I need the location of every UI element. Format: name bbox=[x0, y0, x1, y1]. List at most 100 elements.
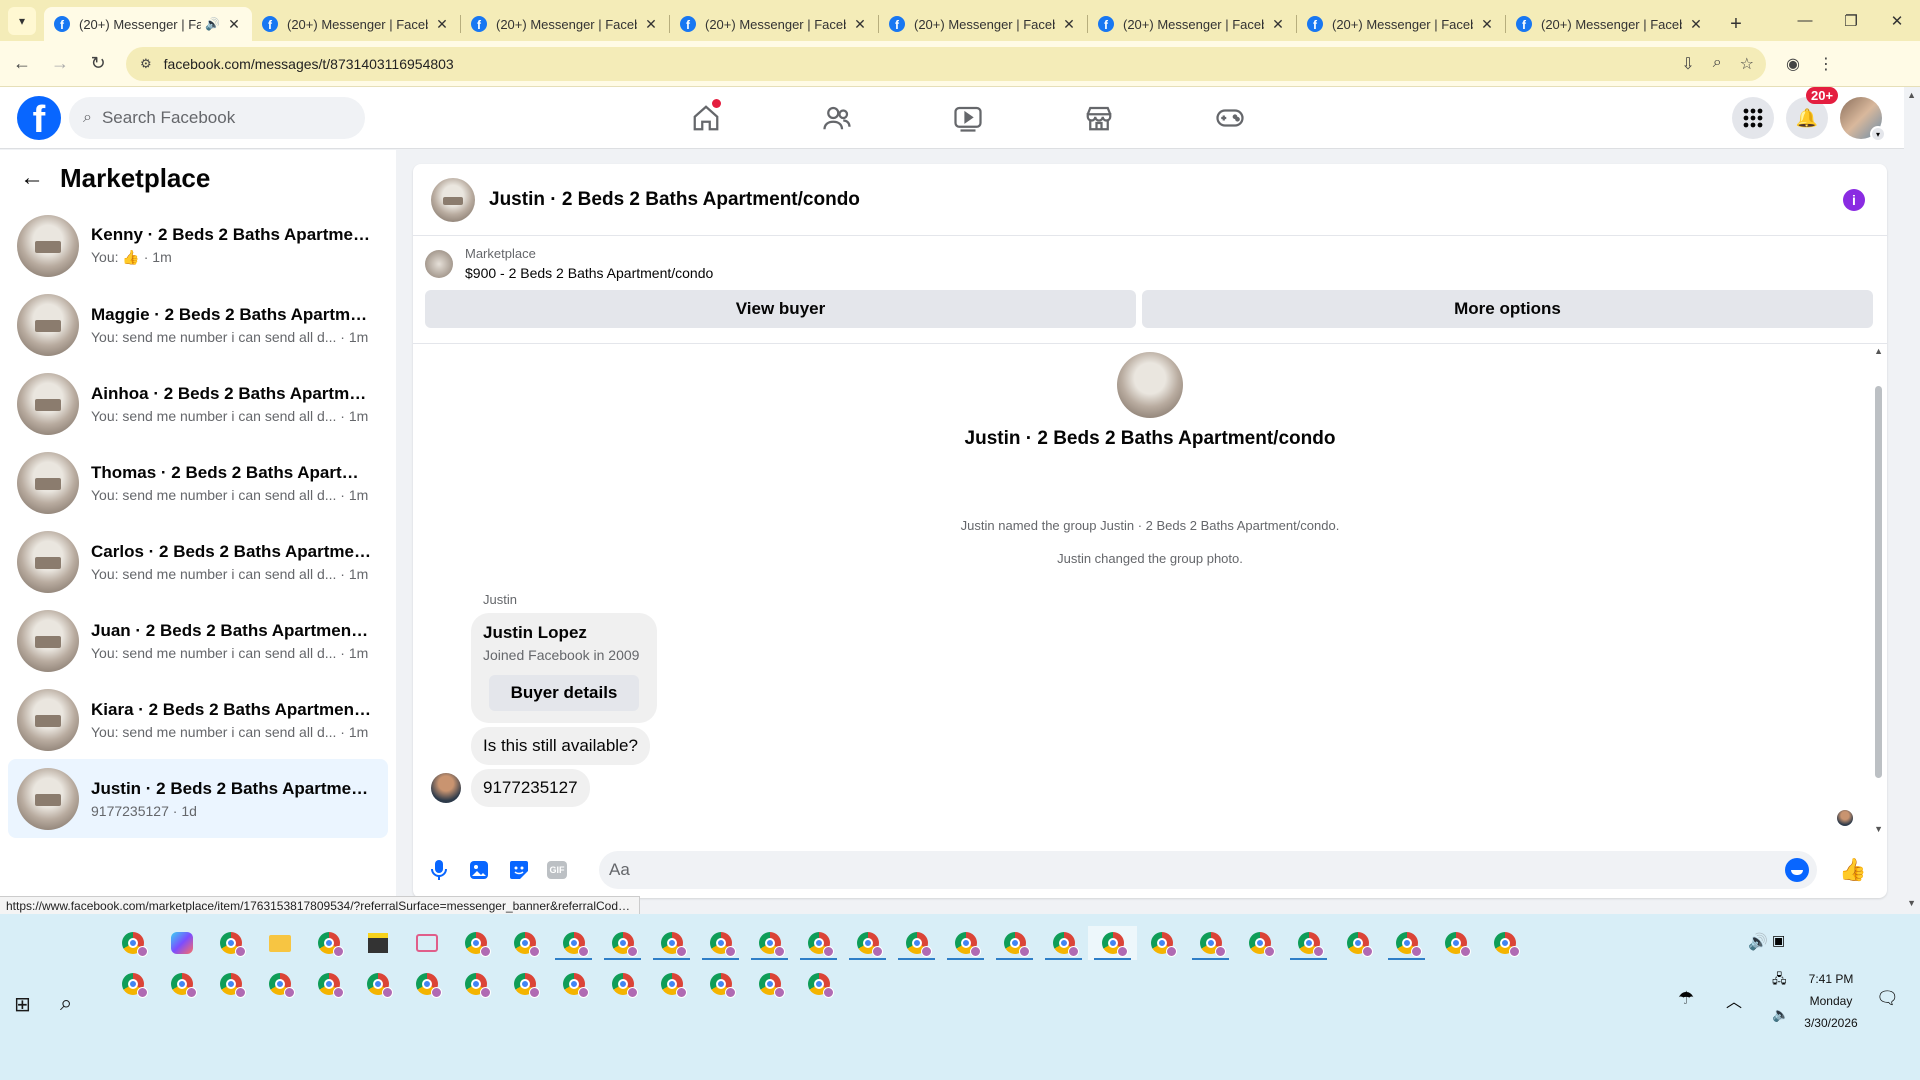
chrome-taskbar-icon[interactable] bbox=[598, 967, 647, 1001]
chrome-taskbar-icon[interactable] bbox=[794, 926, 843, 960]
chrome-taskbar-icon[interactable] bbox=[1039, 926, 1088, 960]
chrome-taskbar-icon[interactable] bbox=[206, 967, 255, 1001]
notifications-button[interactable]: 🔔 20+ bbox=[1786, 87, 1839, 139]
scroll-down-arrow[interactable]: ▼ bbox=[1874, 824, 1883, 834]
thread-scrollbar[interactable]: ▲ ▼ bbox=[1873, 344, 1883, 834]
emoji-icon[interactable] bbox=[1785, 858, 1809, 882]
microphone-icon[interactable] bbox=[427, 858, 451, 882]
chrome-taskbar-icon[interactable] bbox=[1186, 926, 1235, 960]
scrollbar-thumb[interactable] bbox=[1875, 386, 1882, 778]
chrome-taskbar-icon[interactable] bbox=[108, 967, 157, 1001]
browser-tab[interactable]: f (20+) Messenger | Facebook ✕ bbox=[1506, 7, 1714, 41]
chrome-taskbar-icon[interactable] bbox=[206, 926, 255, 960]
network-icon[interactable]: 🖧 bbox=[1772, 970, 1787, 992]
nav-video[interactable] bbox=[902, 87, 1033, 149]
nav-home[interactable] bbox=[640, 87, 771, 149]
tray-expand-icon[interactable]: ︿ bbox=[1726, 988, 1742, 1012]
speaker-icon[interactable]: 🔈 bbox=[1772, 1006, 1789, 1023]
device-icon[interactable]: ▣ bbox=[1772, 932, 1785, 949]
chrome-taskbar-icon[interactable] bbox=[1333, 926, 1382, 960]
chrome-taskbar-icon[interactable] bbox=[451, 926, 500, 960]
chrome-taskbar-icon[interactable] bbox=[1382, 926, 1431, 960]
minimize-button[interactable]: — bbox=[1782, 12, 1828, 29]
buyer-details-button[interactable]: Buyer details bbox=[489, 675, 639, 711]
chrome-taskbar-icon[interactable] bbox=[549, 926, 598, 960]
nav-marketplace[interactable] bbox=[1033, 87, 1164, 149]
facebook-search[interactable]: ⌕ bbox=[69, 96, 365, 139]
chrome-taskbar-icon[interactable] bbox=[500, 967, 549, 1001]
sender-avatar[interactable] bbox=[431, 773, 461, 803]
chat-title[interactable]: Justin · 2 Beds 2 Baths Apartment/condo bbox=[489, 189, 860, 211]
chrome-taskbar-icon[interactable] bbox=[1431, 926, 1480, 960]
conversation-item[interactable]: Kenny · 2 Beds 2 Baths Apartment/condo Yo… bbox=[8, 206, 388, 285]
chrome-taskbar-icon[interactable] bbox=[745, 967, 794, 1001]
conversation-item[interactable]: Ainhoa · 2 Beds 2 Baths Apartment/condo Y… bbox=[8, 364, 388, 443]
page-scroll-down-arrow[interactable]: ▼ bbox=[1907, 898, 1916, 908]
action-center-icon[interactable]: 🗨 bbox=[1876, 988, 1899, 1009]
conversation-item[interactable]: Juan · 2 Beds 2 Baths Apartment/condo You… bbox=[8, 601, 388, 680]
message-input[interactable] bbox=[609, 860, 1785, 880]
install-app-icon[interactable]: ⇩ bbox=[1681, 54, 1694, 74]
chrome-taskbar-icon[interactable] bbox=[696, 967, 745, 1001]
browser-tab[interactable]: f (20+) Messenger | Facebook ✕ bbox=[1088, 7, 1296, 41]
forward-button[interactable]: → bbox=[44, 48, 76, 80]
chrome-taskbar-icon[interactable] bbox=[696, 926, 745, 960]
chrome-taskbar-icon[interactable] bbox=[108, 926, 157, 960]
file-explorer-taskbar-icon[interactable] bbox=[255, 926, 304, 960]
bookmark-star-icon[interactable]: ☆ bbox=[1740, 54, 1754, 74]
sticky-notes-taskbar-icon[interactable] bbox=[353, 926, 402, 960]
audio-playing-icon[interactable]: 🔊 bbox=[205, 17, 220, 31]
browser-tab[interactable]: f (20+) Messenger | Facebook🔊 ✕ bbox=[44, 7, 252, 41]
chrome-taskbar-icon[interactable] bbox=[451, 967, 500, 1001]
snipping-tool-taskbar-icon[interactable] bbox=[402, 926, 451, 960]
browser-tab[interactable]: f (20+) Messenger | Facebook ✕ bbox=[252, 7, 460, 41]
tab-search-button[interactable]: ▾ bbox=[8, 7, 36, 35]
facebook-logo[interactable]: f bbox=[17, 95, 61, 140]
info-icon[interactable]: i bbox=[1843, 188, 1865, 211]
message-bubble[interactable]: 9177235127 bbox=[471, 769, 590, 807]
new-tab-button[interactable]: + bbox=[1722, 10, 1750, 38]
chrome-taskbar-icon[interactable] bbox=[745, 926, 794, 960]
back-button[interactable]: ← bbox=[6, 48, 38, 80]
chat-avatar[interactable] bbox=[431, 177, 475, 222]
zoom-icon[interactable]: ⌕ bbox=[1713, 54, 1722, 74]
chrome-taskbar-icon[interactable] bbox=[647, 967, 696, 1001]
sticker-icon[interactable] bbox=[507, 858, 531, 882]
message-thread[interactable]: ▲ ▼ Justin · 2 Beds 2 Baths Apartment/co… bbox=[413, 344, 1887, 834]
chrome-taskbar-icon[interactable] bbox=[990, 926, 1039, 960]
account-avatar[interactable]: ▾ bbox=[1840, 97, 1886, 142]
system-clock[interactable]: 7:41 PM Monday 3/30/2026 bbox=[1800, 968, 1862, 1034]
chrome-taskbar-icon[interactable] bbox=[892, 926, 941, 960]
chrome-taskbar-icon[interactable] bbox=[647, 926, 696, 960]
chrome-taskbar-icon[interactable] bbox=[255, 967, 304, 1001]
nav-friends[interactable] bbox=[771, 87, 902, 149]
profile-icon[interactable]: ◉ bbox=[1786, 54, 1800, 74]
chrome-taskbar-icon[interactable] bbox=[549, 967, 598, 1001]
chrome-taskbar-icon[interactable] bbox=[843, 926, 892, 960]
chrome-taskbar-icon[interactable] bbox=[794, 967, 843, 1001]
conversation-item[interactable]: Maggie · 2 Beds 2 Baths Apartment/condo Y… bbox=[8, 285, 388, 364]
listing-link[interactable]: Marketplace $900 - 2 Beds 2 Baths Apartm… bbox=[425, 246, 1875, 281]
message-bubble[interactable]: Is this still available? bbox=[471, 727, 650, 765]
windows-start-icon[interactable]: ⊞ bbox=[14, 992, 31, 1017]
conversation-item[interactable]: Thomas · 2 Beds 2 Baths Apartment/condo Y… bbox=[8, 443, 388, 522]
browser-tab[interactable]: f (20+) Messenger | Facebook ✕ bbox=[670, 7, 878, 41]
copilot-taskbar-icon[interactable] bbox=[157, 926, 206, 960]
taskbar-search-icon[interactable]: ⌕ bbox=[60, 990, 72, 1016]
chrome-taskbar-icon[interactable] bbox=[1284, 926, 1333, 960]
url-text[interactable]: facebook.com/messages/t/8731403116954803 bbox=[164, 56, 454, 72]
chrome-taskbar-icon[interactable] bbox=[1235, 926, 1284, 960]
back-arrow-icon[interactable]: ← bbox=[20, 164, 44, 192]
reload-button[interactable]: ↻ bbox=[82, 48, 114, 80]
restore-button[interactable]: ❐ bbox=[1828, 12, 1874, 30]
conversation-item[interactable]: Carlos · 2 Beds 2 Baths Apartment/condo Y… bbox=[8, 522, 388, 601]
photo-icon[interactable] bbox=[467, 858, 491, 882]
browser-menu-icon[interactable]: ⋮ bbox=[1818, 54, 1834, 74]
chrome-taskbar-icon[interactable] bbox=[1088, 926, 1137, 960]
site-info-icon[interactable]: ⚙ bbox=[140, 56, 152, 72]
chrome-taskbar-icon[interactable] bbox=[598, 926, 647, 960]
chrome-taskbar-icon[interactable] bbox=[1480, 926, 1529, 960]
omnibox[interactable]: ⚙ facebook.com/messages/t/87314031169548… bbox=[126, 46, 1766, 81]
chrome-taskbar-icon[interactable] bbox=[157, 967, 206, 1001]
close-tab-icon[interactable]: ✕ bbox=[643, 16, 659, 33]
